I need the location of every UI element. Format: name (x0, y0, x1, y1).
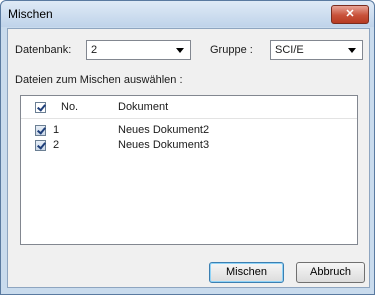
group-select[interactable]: SCI/E (270, 40, 363, 60)
row-number: 1 (53, 124, 60, 136)
list-item[interactable]: 2 Neues Dokument3 (21, 139, 357, 153)
select-all-checkbox[interactable] (35, 102, 46, 113)
database-select[interactable]: 2 (86, 40, 191, 60)
title-bar[interactable]: Mischen ✕ (1, 1, 374, 27)
row-document-name: Neues Dokument3 (118, 139, 210, 151)
row-document-name: Neues Dokument2 (118, 124, 210, 136)
merge-button[interactable]: Mischen (209, 262, 284, 283)
row-checkbox[interactable] (35, 125, 46, 136)
database-value: 2 (91, 44, 98, 56)
row-checkbox[interactable] (35, 140, 46, 151)
group-value: SCI/E (275, 44, 304, 56)
window-title: Mischen (8, 7, 53, 21)
close-button[interactable]: ✕ (331, 5, 369, 24)
column-header-document[interactable]: Dokument (118, 101, 168, 113)
file-list[interactable]: No. Dokument 1 Neues Dokument2 2 Neues D… (20, 95, 358, 245)
column-header-no[interactable]: No. (61, 101, 78, 113)
database-label: Datenbank: (15, 44, 72, 56)
list-header: No. Dokument (21, 96, 357, 119)
dialog-client-area: Datenbank: 2 Gruppe : SCI/E Dateien zum … (7, 28, 370, 288)
list-item[interactable]: 1 Neues Dokument2 (21, 124, 357, 138)
group-label: Gruppe : (210, 44, 253, 56)
cancel-button[interactable]: Abbruch (296, 262, 365, 283)
row-number: 2 (53, 139, 60, 151)
dialog-window: Mischen ✕ Datenbank: 2 Gruppe : SCI/E Da… (0, 0, 375, 295)
instruction-text: Dateien zum Mischen auswählen : (15, 74, 183, 86)
chevron-down-icon (176, 48, 184, 53)
chevron-down-icon (348, 48, 356, 53)
